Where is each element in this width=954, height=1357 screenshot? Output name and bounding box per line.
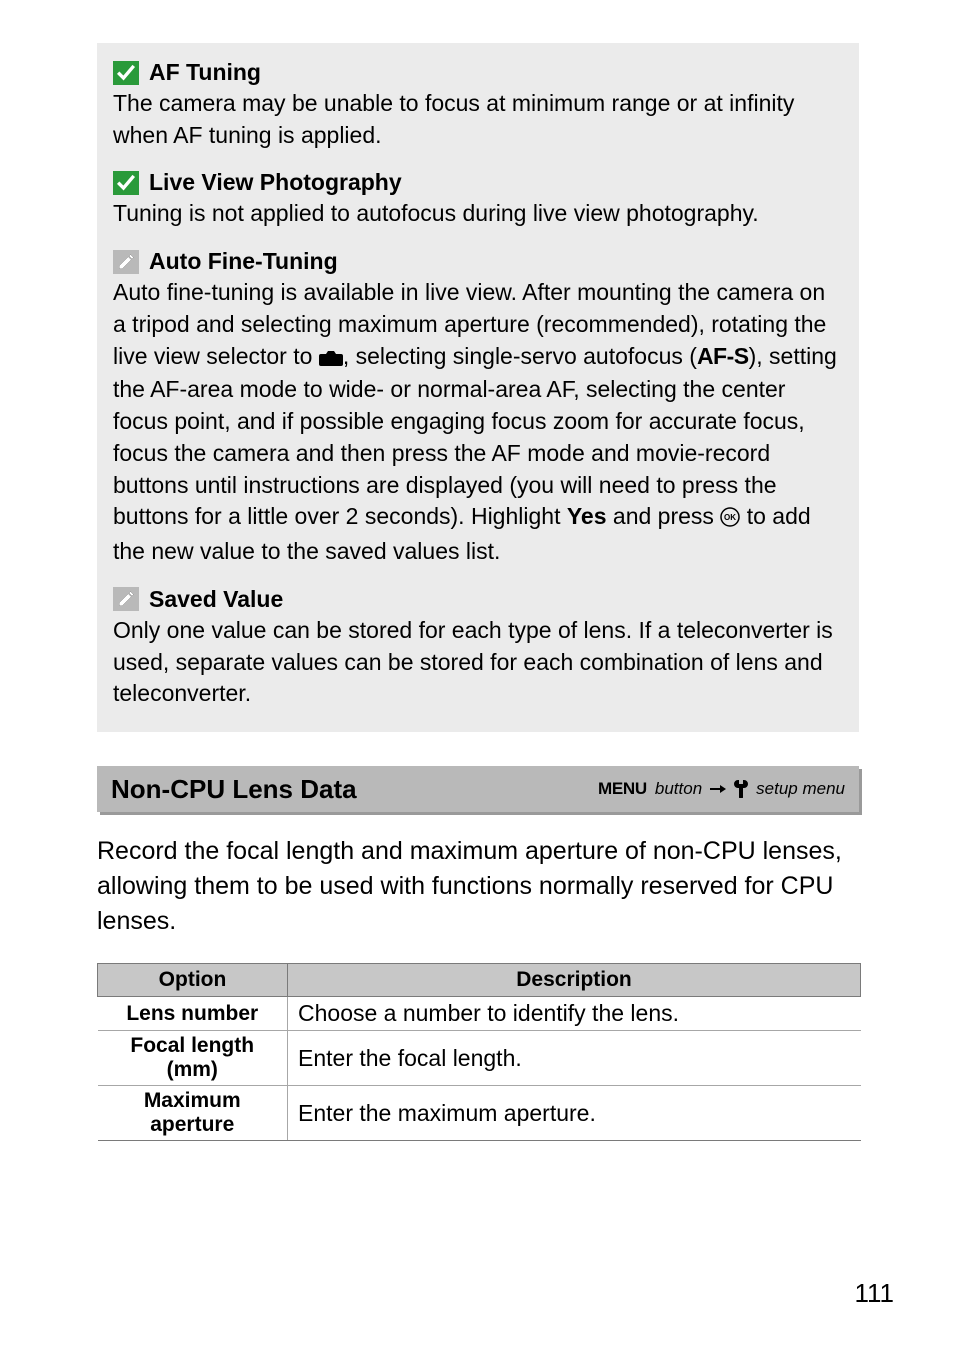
menu-button-word: button	[655, 779, 702, 799]
section-header-bar: Non-CPU Lens Data MENU button setup menu	[97, 766, 859, 812]
table-header-description: Description	[288, 964, 861, 997]
description-cell: Choose a number to identify the lens.	[288, 997, 861, 1031]
note-block: Live View PhotographyTuning is not appli…	[113, 169, 843, 230]
check-icon	[113, 171, 139, 195]
svg-text:OK: OK	[724, 513, 736, 522]
notes-box: AF TuningThe camera may be unable to foc…	[97, 43, 859, 732]
note-body: Tuning is not applied to autofocus durin…	[113, 198, 843, 230]
check-icon	[113, 61, 139, 85]
note-title: Auto Fine-Tuning	[149, 248, 338, 275]
section-title: Non-CPU Lens Data	[111, 774, 357, 805]
setup-menu-label: setup menu	[756, 779, 845, 799]
description-cell: Enter the maximum aperture.	[288, 1086, 861, 1141]
note-block: Saved ValueOnly one value can be stored …	[113, 586, 843, 710]
pencil-icon	[113, 587, 139, 611]
note-title: AF Tuning	[149, 59, 261, 86]
note-body: Only one value can be stored for each ty…	[113, 615, 843, 710]
arrow-right-icon	[710, 783, 726, 795]
section-body-text: Record the focal length and maximum aper…	[97, 834, 859, 939]
ok-button-icon: OK	[720, 504, 740, 536]
table-row: Focal length (mm)Enter the focal length.	[98, 1031, 861, 1086]
menu-button-label: MENU	[598, 779, 647, 799]
option-cell: Focal length (mm)	[98, 1031, 288, 1086]
options-table: Option Description Lens numberChoose a n…	[97, 963, 861, 1141]
table-row: Maximum apertureEnter the maximum apertu…	[98, 1086, 861, 1141]
page-number: 111	[854, 1278, 894, 1309]
note-body: Auto fine-tuning is available in live vi…	[113, 277, 843, 568]
menu-breadcrumb: MENU button setup menu	[598, 779, 845, 799]
camera-icon	[319, 343, 343, 375]
table-header-option: Option	[98, 964, 288, 997]
option-cell: Lens number	[98, 997, 288, 1031]
note-block: Auto Fine-TuningAuto fine-tuning is avai…	[113, 248, 843, 568]
table-row: Lens numberChoose a number to identify t…	[98, 997, 861, 1031]
note-title: Saved Value	[149, 586, 283, 613]
description-cell: Enter the focal length.	[288, 1031, 861, 1086]
note-body: The camera may be unable to focus at min…	[113, 88, 843, 151]
option-cell: Maximum aperture	[98, 1086, 288, 1141]
wrench-icon	[734, 780, 748, 798]
note-title: Live View Photography	[149, 169, 402, 196]
note-block: AF TuningThe camera may be unable to foc…	[113, 59, 843, 151]
pencil-icon	[113, 250, 139, 274]
